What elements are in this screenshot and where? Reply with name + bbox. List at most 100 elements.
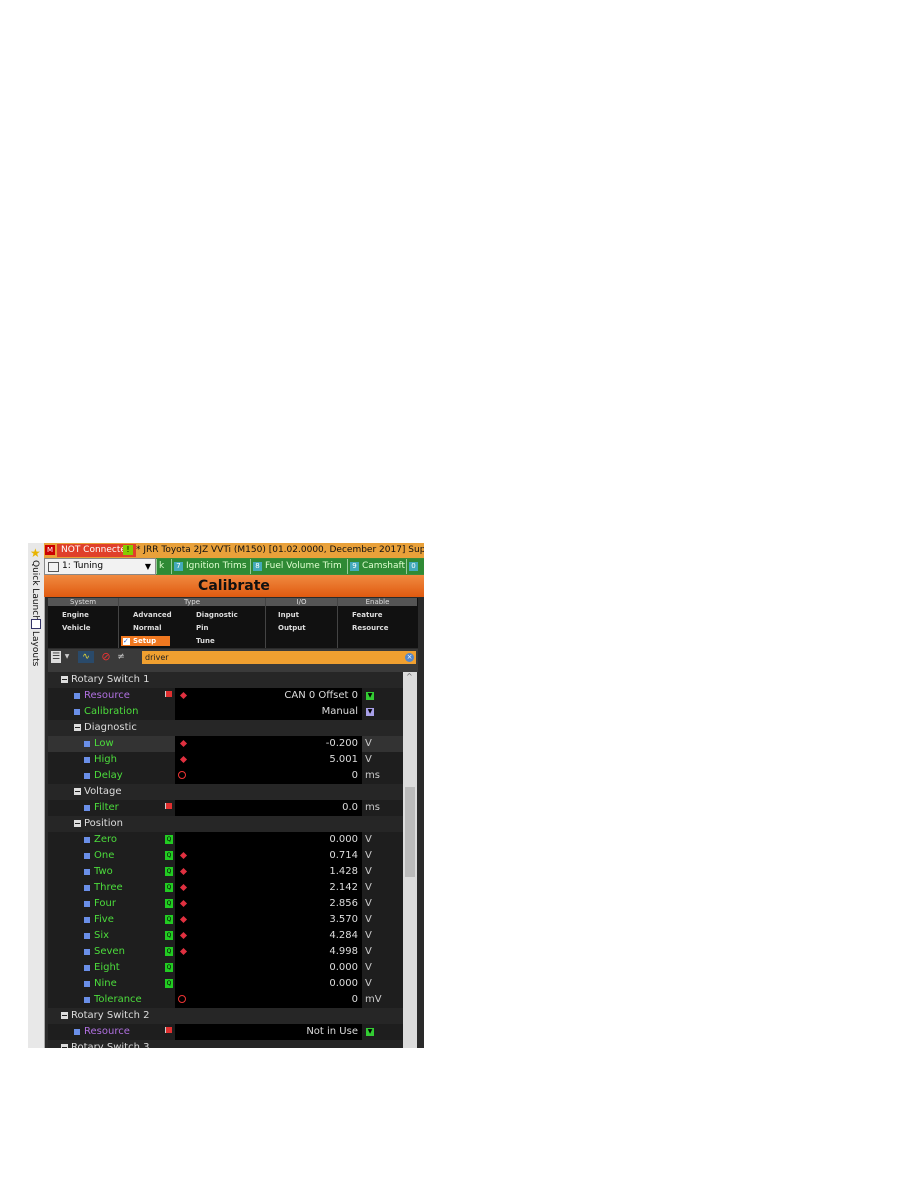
- filter-pin[interactable]: Pin: [196, 624, 209, 632]
- row-label: Delay: [94, 770, 123, 781]
- tab-camshaft[interactable]: 9 Camshaft: [347, 559, 408, 574]
- filter-feature[interactable]: Feature: [352, 611, 383, 619]
- workspace-label: 1: Tuning: [62, 561, 104, 571]
- toolbar: ☰ ▼ ∿ ⊘ ≠ driver ×: [48, 649, 418, 666]
- collapse-icon[interactable]: [74, 788, 81, 795]
- tree-row[interactable]: One Q 0.714 V: [48, 848, 403, 864]
- tree-group[interactable]: Rotary Switch 2: [48, 1008, 403, 1024]
- dropdown-icon[interactable]: ▼: [366, 1028, 374, 1036]
- tree-row[interactable]: Tolerance 0 mV: [48, 992, 403, 1008]
- wave-icon[interactable]: ∿: [78, 651, 94, 663]
- tree-row[interactable]: Five Q 3.570 V: [48, 912, 403, 928]
- tree-row[interactable]: Four Q 2.856 V: [48, 896, 403, 912]
- dropdown-icon[interactable]: ▼: [366, 692, 374, 700]
- row-value: 0.714: [329, 850, 358, 861]
- tab-0[interactable]: 0: [406, 559, 424, 574]
- tree-row[interactable]: Eight Q 0.000 V: [48, 960, 403, 976]
- row-unit: V: [365, 898, 372, 909]
- collapse-icon[interactable]: [61, 676, 68, 683]
- search-input[interactable]: driver ×: [142, 651, 416, 664]
- row-unit: V: [365, 946, 372, 957]
- collapse-icon[interactable]: [61, 1012, 68, 1019]
- tree-group[interactable]: Rotary Switch 3: [48, 1040, 403, 1048]
- tree-row[interactable]: Calibration Manual ▼: [48, 704, 403, 720]
- value-cell[interactable]: [175, 768, 362, 784]
- quick-icon: Q: [165, 883, 173, 892]
- quick-icon: Q: [165, 835, 173, 844]
- filter-engine[interactable]: Engine: [62, 611, 89, 619]
- filter-input[interactable]: Input: [278, 611, 299, 619]
- scrollbar-thumb[interactable]: [405, 787, 415, 877]
- tree-row[interactable]: Three Q 2.142 V: [48, 880, 403, 896]
- tree-row[interactable]: Filter 0.0 ms: [48, 800, 403, 816]
- quick-icon: Q: [165, 899, 173, 908]
- value-cell[interactable]: [175, 800, 362, 816]
- filter-normal[interactable]: Normal: [133, 624, 162, 632]
- search-value: driver: [145, 653, 169, 662]
- tree-group[interactable]: Position: [48, 816, 403, 832]
- app-window: ★ Quick Launch Layouts M NOT Connected !…: [28, 543, 424, 1048]
- row-value: -0.200: [325, 738, 358, 749]
- tree-group[interactable]: Voltage: [48, 784, 403, 800]
- row-label: Two: [94, 866, 113, 877]
- parameter-icon: [84, 741, 90, 747]
- filter-type: Type Advanced Normal Setup ✓ Diagnostic …: [119, 598, 266, 648]
- row-label: Position: [84, 818, 123, 829]
- tree-row[interactable]: Zero Q 0.000 V: [48, 832, 403, 848]
- vertical-scrollbar[interactable]: ^: [403, 672, 417, 1048]
- parameter-icon: [84, 997, 90, 1003]
- filter-io: I/O Input Output: [266, 598, 338, 648]
- row-value: 0: [351, 770, 358, 781]
- filter-advanced[interactable]: Advanced: [133, 611, 172, 619]
- quick-launch-tab[interactable]: Quick Launch: [30, 560, 40, 621]
- tree-row[interactable]: Seven Q 4.998 V: [48, 944, 403, 960]
- quick-icon: Q: [165, 851, 173, 860]
- chevron-down-icon[interactable]: ▼: [63, 651, 71, 663]
- row-unit: V: [365, 738, 372, 749]
- row-label: Rotary Switch 1: [71, 674, 150, 685]
- value-cell[interactable]: [175, 992, 362, 1008]
- filter-resource[interactable]: Resource: [352, 624, 388, 632]
- row-value: 0.0: [342, 802, 358, 813]
- scroll-up-icon[interactable]: ^: [406, 672, 413, 681]
- parameter-icon: [84, 949, 90, 955]
- filter-diagnostic[interactable]: Diagnostic: [196, 611, 238, 619]
- workspace-select[interactable]: 1: Tuning ▼: [44, 558, 156, 575]
- workspace-icon: [48, 562, 59, 572]
- tree-row[interactable]: Resource Not in Use ▼: [48, 1024, 403, 1040]
- tree-row[interactable]: Delay 0 ms: [48, 768, 403, 784]
- clear-icon[interactable]: ×: [405, 653, 414, 662]
- star-icon[interactable]: ★: [30, 546, 41, 560]
- filter-vehicle[interactable]: Vehicle: [62, 624, 90, 632]
- not-equal-icon[interactable]: ≠: [116, 651, 126, 663]
- tab-fuel-volume-trim[interactable]: 8 Fuel Volume Trim: [250, 559, 349, 574]
- tree-row[interactable]: Low -0.200 V: [48, 736, 403, 752]
- chevron-down-icon[interactable]: ▼: [145, 559, 151, 574]
- filter-output[interactable]: Output: [278, 624, 306, 632]
- row-value: Not in Use: [306, 1026, 358, 1037]
- tree-row[interactable]: Six Q 4.284 V: [48, 928, 403, 944]
- checkbox-checked-icon[interactable]: ✓: [123, 638, 130, 645]
- layouts-icon: [31, 619, 41, 629]
- flag-icon: [165, 691, 172, 697]
- row-value: 0.000: [329, 978, 358, 989]
- tree-row[interactable]: Nine Q 0.000 V: [48, 976, 403, 992]
- tree-group[interactable]: Rotary Switch 1: [48, 672, 403, 688]
- tree-row[interactable]: High 5.001 V: [48, 752, 403, 768]
- tree-row[interactable]: Two Q 1.428 V: [48, 864, 403, 880]
- collapse-icon[interactable]: [61, 1044, 68, 1048]
- no-entry-icon[interactable]: ⊘: [100, 651, 112, 663]
- collapse-icon[interactable]: [74, 724, 81, 731]
- dropdown-icon[interactable]: ▼: [366, 708, 374, 716]
- row-value: 5.001: [329, 754, 358, 765]
- parameter-icon: [84, 757, 90, 763]
- collapse-icon[interactable]: [74, 820, 81, 827]
- parameter-icon: [84, 965, 90, 971]
- tree-row[interactable]: Resource CAN 0 Offset 0 ▼: [48, 688, 403, 704]
- row-value: 4.284: [329, 930, 358, 941]
- tab-ignition-trims[interactable]: 7 Ignition Trims: [171, 559, 252, 574]
- view-mode-icon[interactable]: ☰: [51, 651, 61, 663]
- filter-tune[interactable]: Tune: [196, 637, 215, 645]
- tree-group[interactable]: Diagnostic: [48, 720, 403, 736]
- layouts-tab[interactable]: Layouts: [30, 631, 40, 666]
